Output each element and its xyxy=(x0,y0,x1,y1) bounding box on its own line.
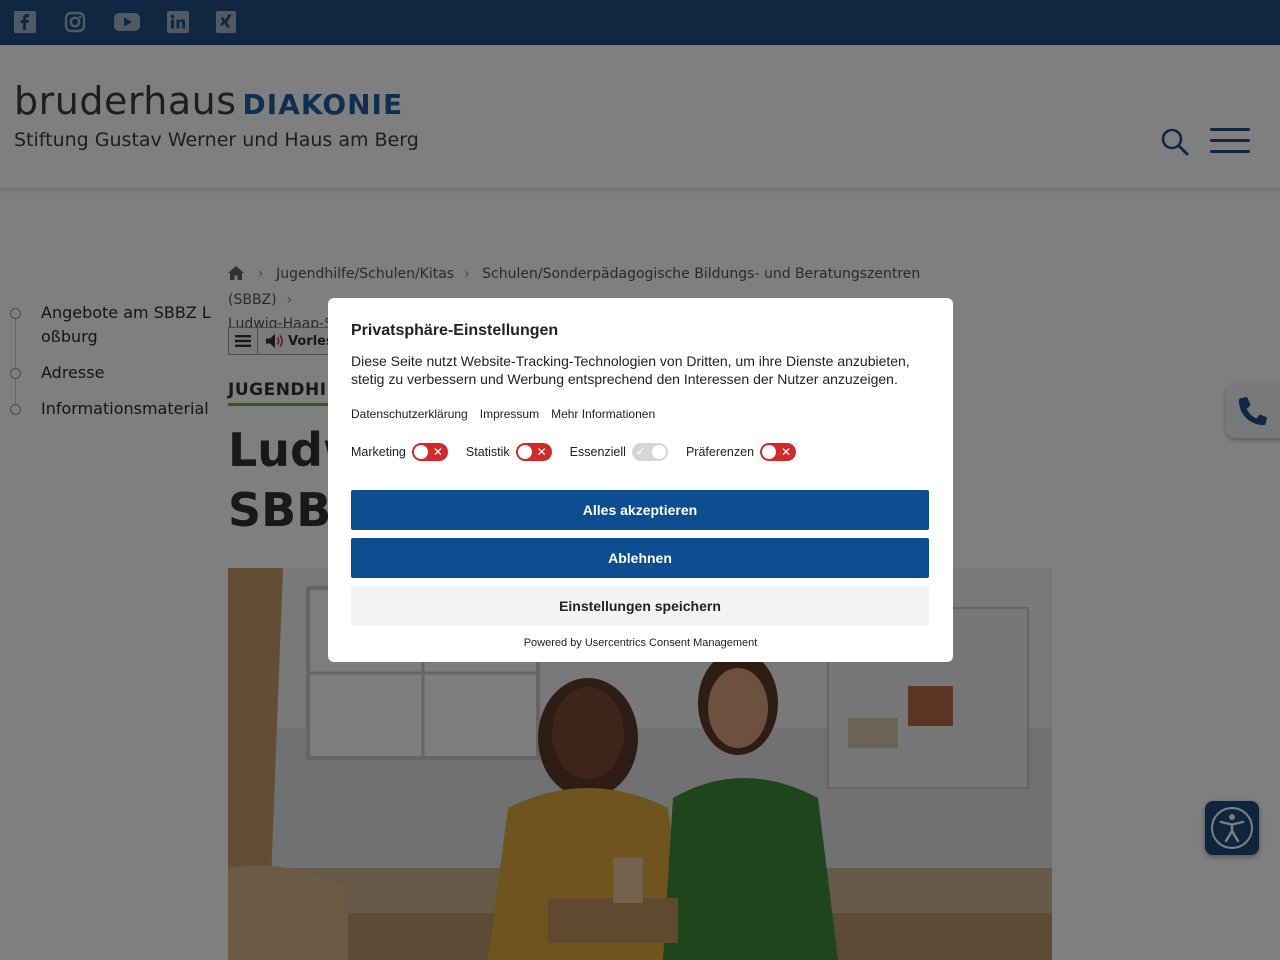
toggle-group-praeferenzen: Präferenzen ✕ xyxy=(685,443,797,461)
toggle-label-essenziell: Essenziell xyxy=(569,445,626,459)
consent-dialog: Privatsphäre-Einstellungen Diese Seite n… xyxy=(328,298,953,662)
x-icon: ✕ xyxy=(432,445,443,459)
marketing-toggle[interactable]: ✕ xyxy=(411,443,448,461)
toggle-group-essenziell: Essenziell ✓ xyxy=(570,443,668,461)
toggle-label-marketing: Marketing xyxy=(351,445,406,459)
toggle-group-marketing: Marketing ✕ xyxy=(351,443,448,461)
powered-by-text: Powered by Usercentrics Consent Manageme… xyxy=(523,637,758,649)
toggle-label-statistik: Statistik xyxy=(465,445,510,459)
toggle-group-statistik: Statistik ✕ xyxy=(466,443,552,461)
imprint-link[interactable]: Impressum xyxy=(480,407,539,421)
x-icon: ✕ xyxy=(781,445,792,459)
reject-button[interactable]: Ablehnen xyxy=(351,538,929,578)
consent-title: Privatsphäre-Einstellungen xyxy=(351,322,559,339)
consent-toggles: Marketing ✕ Statistik ✕ Essenziell ✓ Prä… xyxy=(351,443,814,461)
toggle-label-praeferenzen: Präferenzen xyxy=(685,445,755,459)
x-icon: ✕ xyxy=(536,445,547,459)
consent-links: Datenschutzerklärung Impressum Mehr Info… xyxy=(351,407,655,421)
consent-description: Diese Seite nutzt Website-Tracking-Techn… xyxy=(351,353,910,387)
accept-all-button[interactable]: Alles akzeptieren xyxy=(351,490,929,530)
check-icon: ✓ xyxy=(635,445,646,458)
more-info-link[interactable]: Mehr Informationen xyxy=(551,407,655,421)
essential-toggle: ✓ xyxy=(631,443,668,461)
save-settings-button[interactable]: Einstellungen speichern xyxy=(351,586,929,626)
preferences-toggle[interactable]: ✕ xyxy=(760,443,797,461)
statistics-toggle[interactable]: ✕ xyxy=(515,443,552,461)
privacy-policy-link[interactable]: Datenschutzerklärung xyxy=(351,407,468,421)
